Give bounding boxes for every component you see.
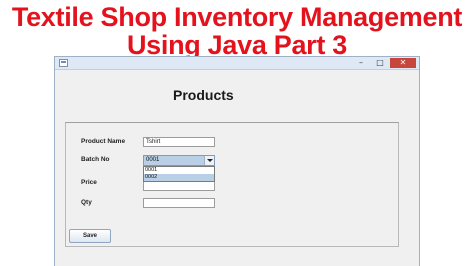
java-app-icon bbox=[59, 59, 68, 67]
window-controls: – □ ✕ bbox=[352, 58, 416, 68]
dropdown-option-0001[interactable]: 0001 bbox=[144, 167, 214, 174]
dropdown-option-0002[interactable]: 0002 bbox=[144, 174, 214, 181]
product-name-field[interactable]: Tshirt bbox=[143, 137, 215, 147]
page-title: Products bbox=[173, 87, 234, 103]
qty-label: Qty bbox=[81, 199, 92, 206]
price-label: Price bbox=[81, 179, 97, 186]
price-field[interactable] bbox=[143, 181, 215, 191]
minimize-button[interactable]: – bbox=[352, 58, 370, 68]
close-button[interactable]: ✕ bbox=[390, 58, 416, 68]
batch-no-selected-value: 0001 bbox=[146, 157, 160, 163]
chevron-down-icon[interactable] bbox=[204, 156, 214, 165]
window-titlebar[interactable]: – □ ✕ bbox=[55, 57, 419, 70]
batch-no-dropdown-list: 0001 0002 bbox=[143, 166, 215, 182]
maximize-button[interactable]: □ bbox=[371, 58, 389, 68]
batch-no-label: Batch No bbox=[81, 156, 110, 163]
batch-no-combobox[interactable]: 0001 bbox=[143, 155, 215, 166]
product-name-label: Product Name bbox=[81, 138, 126, 145]
app-window: – □ ✕ Products Product Name Tshirt Batch… bbox=[54, 56, 420, 266]
save-button[interactable]: Save bbox=[69, 229, 111, 243]
video-headline-line1: Textile Shop Inventory Management bbox=[11, 2, 463, 32]
qty-field[interactable] bbox=[143, 198, 215, 208]
